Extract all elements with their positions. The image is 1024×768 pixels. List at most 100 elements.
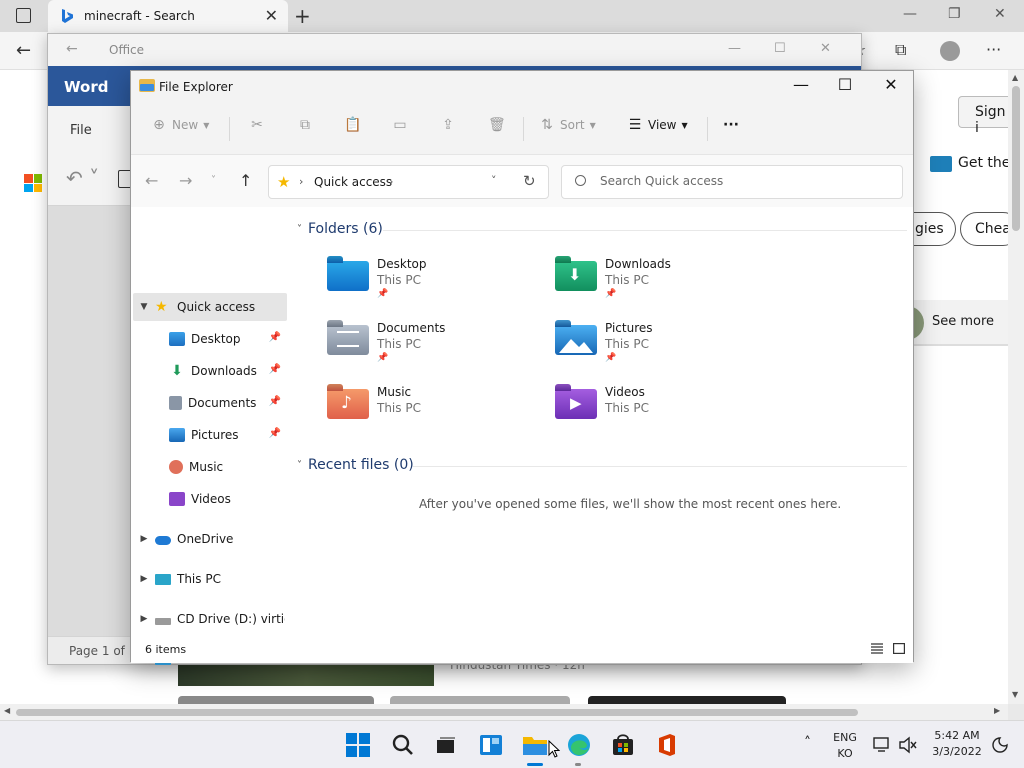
horizontal-scrollbar[interactable]: ◀ ▶ bbox=[0, 704, 1008, 720]
close-icon[interactable]: ✕ bbox=[871, 75, 911, 94]
download-arrow-icon: ⬇ bbox=[171, 363, 183, 379]
rename-icon[interactable]: ▭ bbox=[392, 117, 408, 133]
back-arrow-icon[interactable]: ← bbox=[16, 40, 31, 61]
search-input[interactable] bbox=[600, 174, 890, 188]
forward-arrow-icon[interactable]: → bbox=[179, 171, 192, 190]
details-view-icon[interactable] bbox=[871, 643, 883, 654]
network-status-icon[interactable] bbox=[868, 731, 896, 759]
folder-tile-documents[interactable]: Documents This PC 📌 bbox=[327, 319, 547, 375]
folders-header-label: Folders (6) bbox=[308, 221, 383, 237]
chevron-right-icon[interactable]: ▶ bbox=[133, 614, 155, 624]
office-icon[interactable] bbox=[653, 731, 681, 759]
minimize-icon[interactable]: — bbox=[781, 75, 821, 94]
volume-muted-icon[interactable] bbox=[894, 731, 922, 759]
nav-desktop[interactable]: Desktop 📌 bbox=[133, 325, 287, 353]
folder-tile-desktop[interactable]: Desktop This PC 📌 bbox=[327, 255, 547, 311]
close-window-icon[interactable]: ✕ bbox=[994, 6, 1006, 22]
nav-this-pc[interactable]: ▶ This PC bbox=[133, 565, 287, 593]
back-arrow-icon[interactable]: ← bbox=[145, 171, 158, 190]
widgets-icon[interactable] bbox=[477, 731, 505, 759]
task-view-icon[interactable] bbox=[432, 731, 460, 759]
file-explorer-window[interactable]: File Explorer — ☐ ✕ ⊕ New ▼ ✂ ⧉ 📋 ▭ ⇪ 🗑 … bbox=[130, 70, 914, 666]
folder-tile-videos[interactable]: ▶ Videos This PC bbox=[555, 383, 775, 439]
chevron-right-icon[interactable]: › bbox=[389, 175, 393, 188]
new-button[interactable]: ⊕ New ▼ bbox=[151, 117, 209, 133]
nav-videos[interactable]: Videos bbox=[133, 485, 287, 513]
play-icon: ▶ bbox=[570, 394, 582, 412]
notifications-icon[interactable] bbox=[986, 731, 1014, 759]
nav-documents[interactable]: Documents 📌 bbox=[133, 389, 287, 417]
store-icon[interactable] bbox=[609, 731, 637, 759]
breadcrumb-quick-access[interactable]: Quick access bbox=[314, 175, 392, 189]
edge-icon[interactable] bbox=[565, 731, 593, 759]
collections-icon[interactable]: ⧉ bbox=[895, 40, 906, 60]
chevron-right-icon[interactable]: › bbox=[299, 175, 303, 188]
sign-in-button[interactable]: Sign i bbox=[958, 96, 1012, 136]
folder-tile-downloads[interactable]: ⬇ Downloads This PC 📌 bbox=[555, 255, 775, 311]
refresh-icon[interactable]: ↻ bbox=[523, 172, 536, 190]
clock-date[interactable]: 3/3/2022 bbox=[924, 745, 990, 758]
vertical-scrollbar[interactable]: ▲ ▼ bbox=[1008, 70, 1024, 704]
file-tab[interactable]: File bbox=[70, 123, 92, 138]
search-box[interactable] bbox=[561, 165, 903, 199]
language-secondary[interactable]: KO bbox=[830, 747, 860, 760]
language-primary[interactable]: ENG bbox=[830, 731, 860, 744]
nav-downloads[interactable]: ⬇ Downloads 📌 bbox=[133, 357, 287, 385]
search-icon[interactable] bbox=[389, 731, 417, 759]
nav-cd-drive[interactable]: ▶ CD Drive (D:) virtio- bbox=[133, 605, 287, 633]
new-tab-icon[interactable]: + bbox=[294, 4, 311, 28]
chevron-down-icon[interactable]: ˅ bbox=[491, 174, 497, 187]
folders-section-header[interactable]: ˅ Folders (6) bbox=[297, 221, 383, 237]
back-arrow-icon[interactable]: ← bbox=[66, 41, 78, 57]
chevron-down-icon[interactable]: ▼ bbox=[133, 302, 155, 312]
pin-icon: 📌 bbox=[268, 332, 281, 343]
news-card[interactable] bbox=[178, 696, 374, 704]
cloud-icon bbox=[155, 536, 171, 545]
navigation-pane: ▼ ★ Quick access Desktop 📌 ⬇ Downloads 📌… bbox=[131, 207, 291, 635]
recent-section-header[interactable]: ˅ Recent files (0) bbox=[297, 457, 414, 473]
delete-icon[interactable]: 🗑 bbox=[488, 117, 506, 133]
see-more-card[interactable]: See more bbox=[906, 300, 1008, 346]
tiles-view-icon[interactable] bbox=[893, 643, 905, 654]
pin-icon: 📌 bbox=[377, 353, 389, 363]
share-icon[interactable]: ⇪ bbox=[440, 117, 456, 133]
see-more-button[interactable]: ··· bbox=[723, 117, 739, 133]
close-tab-icon[interactable]: ✕ bbox=[265, 6, 278, 25]
profile-avatar[interactable] bbox=[940, 41, 960, 61]
clock-time[interactable]: 5:42 AM bbox=[924, 729, 990, 742]
up-arrow-icon[interactable]: ↑ bbox=[239, 171, 252, 190]
browser-tab-search[interactable]: minecraft - Search ✕ bbox=[48, 0, 288, 32]
undo-icon[interactable]: ↶ ˅ bbox=[66, 166, 99, 190]
close-icon[interactable]: ✕ bbox=[820, 41, 831, 56]
sort-button[interactable]: ⇅ Sort ▼ bbox=[539, 117, 596, 133]
copy-icon[interactable]: ⧉ bbox=[297, 117, 313, 133]
file-explorer-taskbar-icon[interactable] bbox=[521, 731, 549, 759]
folder-tile-music[interactable]: ♪ Music This PC bbox=[327, 383, 547, 439]
news-card[interactable] bbox=[588, 696, 786, 704]
minimize-icon[interactable]: — bbox=[728, 41, 741, 56]
cut-icon[interactable]: ✂ bbox=[249, 117, 265, 133]
nav-quick-access[interactable]: ▼ ★ Quick access bbox=[133, 293, 287, 321]
minimize-icon[interactable]: — bbox=[903, 6, 917, 22]
get-the-app-link[interactable]: Get the bbox=[958, 155, 1010, 171]
show-hidden-icons-chevron[interactable]: ˄ bbox=[804, 735, 811, 751]
news-card[interactable] bbox=[390, 696, 570, 704]
address-bar[interactable]: ★ › Quick access › ˅ ↻ bbox=[268, 165, 549, 199]
chevron-right-icon[interactable]: ▶ bbox=[133, 534, 155, 544]
restore-icon[interactable]: ❐ bbox=[948, 6, 961, 22]
nav-pictures[interactable]: Pictures 📌 bbox=[133, 421, 287, 449]
maximize-icon[interactable]: ☐ bbox=[825, 75, 865, 94]
chevron-right-icon[interactable]: ▶ bbox=[133, 574, 155, 584]
view-button[interactable]: ☰ View ▼ bbox=[627, 117, 688, 133]
maximize-icon[interactable]: ☐ bbox=[774, 41, 786, 56]
nav-onedrive[interactable]: ▶ OneDrive bbox=[133, 525, 287, 553]
recent-locations-icon[interactable]: ˅ bbox=[211, 175, 216, 186]
chevron-down-icon: ▼ bbox=[203, 120, 210, 130]
start-windows-icon[interactable] bbox=[344, 731, 372, 759]
folder-tile-pictures[interactable]: Pictures This PC 📌 bbox=[555, 319, 775, 375]
paste-icon[interactable]: 📋 bbox=[344, 117, 361, 133]
more-options-icon[interactable]: ··· bbox=[986, 40, 1001, 59]
nav-music[interactable]: Music bbox=[133, 453, 287, 481]
tab-actions-icon[interactable] bbox=[16, 8, 31, 23]
tab-title: minecraft - Search bbox=[84, 9, 195, 23]
